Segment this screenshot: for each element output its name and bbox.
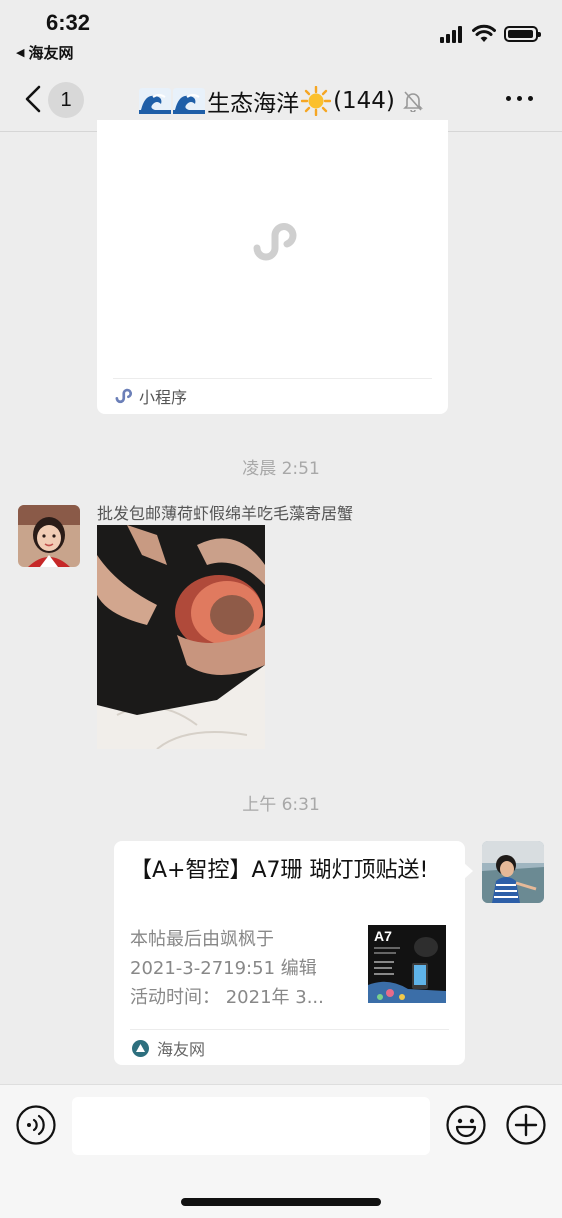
mini-program-small-icon — [115, 388, 133, 404]
link-share-card[interactable]: 【A+智控】A7珊 瑚灯顶贴送! 本帖最后由飒枫于 2021-3-2719:51… — [114, 841, 473, 1065]
status-bar: 6:32 ◀ 海友网 — [0, 0, 562, 66]
add-attachment-icon[interactable] — [506, 1105, 546, 1145]
sun-emoji-icon — [301, 86, 332, 116]
desc-line: 活动时间： 2021年 3... — [130, 987, 324, 1008]
mute-bell-icon — [402, 91, 423, 112]
thumbnail-title: A7 — [374, 928, 392, 944]
mini-program-divider — [113, 378, 432, 379]
battery-icon — [504, 26, 541, 42]
link-card-divider — [130, 1029, 449, 1030]
chat-title[interactable]: 生态海洋 (144) — [0, 84, 562, 118]
wave-emoji-icon-2 — [173, 88, 206, 114]
message-text-input[interactable] — [72, 1097, 430, 1155]
cellular-signal-icon — [440, 26, 462, 43]
member-count: (144) — [333, 88, 395, 114]
sender-avatar[interactable] — [18, 505, 80, 567]
sender-name: 批发包邮薄荷虾假绵羊吃毛藻寄居蟹 — [97, 504, 354, 523]
wave-emoji-icon — [139, 88, 172, 114]
status-time: 6:32 — [46, 10, 91, 35]
link-card-source: 海友网 — [132, 1036, 205, 1060]
link-card-thumbnail: A7 — [368, 925, 446, 1003]
voice-input-icon[interactable] — [16, 1105, 56, 1145]
message-input-bar — [0, 1084, 562, 1218]
back-triangle-icon: ◀ — [16, 46, 25, 59]
wifi-icon — [472, 24, 496, 42]
timestamp: 凌晨 2:51 — [242, 459, 320, 479]
desc-line: 2021-3-2719:51 编辑 — [130, 958, 317, 979]
mini-program-footer: 小程序 — [113, 384, 187, 408]
mini-program-label: 小程序 — [139, 388, 188, 407]
more-options-icon[interactable] — [506, 96, 533, 101]
link-card-title: 【A+智控】A7珊 瑚灯顶贴送! — [130, 858, 429, 883]
site-logo-icon — [132, 1039, 149, 1057]
timestamp-2: 上午 6:31 — [242, 795, 320, 815]
emoji-icon[interactable] — [446, 1105, 486, 1145]
back-app-label: 海友网 — [28, 44, 74, 62]
my-avatar[interactable] — [482, 841, 544, 903]
mini-program-link-icon — [253, 223, 297, 261]
mini-program-card[interactable]: 小程序 — [97, 120, 448, 414]
link-card-source-name: 海友网 — [157, 1040, 206, 1059]
link-card-description: 本帖最后由飒枫于 2021-3-2719:51 编辑 活动时间： 2021年 3… — [130, 925, 350, 1012]
photo-message-image[interactable] — [97, 525, 265, 749]
desc-line: 本帖最后由飒枫于 — [130, 929, 274, 950]
back-to-app-link[interactable]: ◀ 海友网 — [16, 42, 73, 63]
home-indicator — [181, 1198, 381, 1206]
chat-title-text: 生态海洋 — [207, 91, 300, 117]
